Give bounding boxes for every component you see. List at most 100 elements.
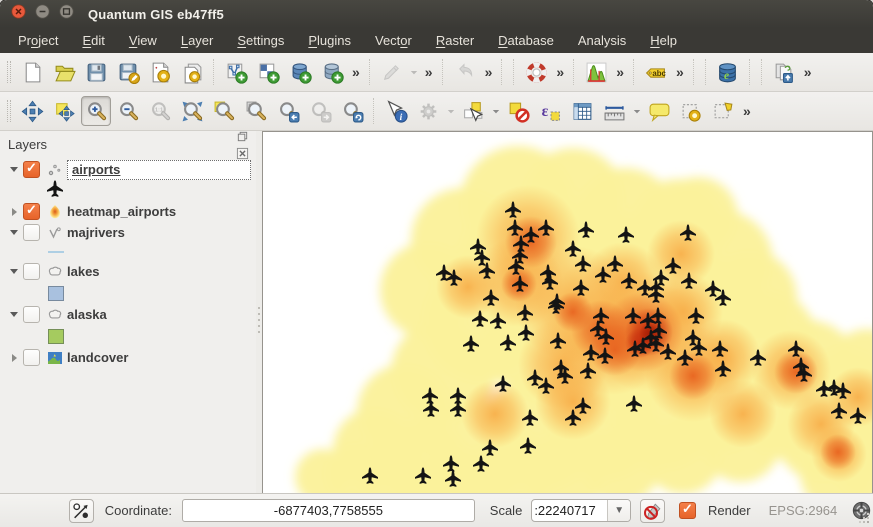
composer-manager-button[interactable] (177, 57, 207, 87)
show-bookmarks-button[interactable] (708, 96, 738, 126)
maximize-button[interactable] (58, 3, 75, 20)
layer-name: majrivers (67, 225, 125, 240)
zoom-out-button[interactable] (113, 96, 143, 126)
layer-visibility-checkbox[interactable] (23, 306, 40, 323)
minimize-button[interactable] (34, 3, 51, 20)
fill-swatch (48, 286, 64, 301)
layer-item-landcover[interactable]: landcover (0, 347, 256, 368)
svg-text:i: i (399, 113, 402, 123)
refresh-map-button[interactable] (337, 96, 367, 126)
identify-features-button[interactable]: i (381, 96, 411, 126)
menu-analysis[interactable]: Analysis (566, 30, 638, 51)
toolbar-handle[interactable] (7, 61, 11, 83)
select-by-expression-button[interactable]: ε (535, 96, 565, 126)
measure-dropdown-arrow[interactable] (630, 96, 643, 126)
raster-histogram-button[interactable] (581, 57, 611, 87)
menu-view[interactable]: View (117, 30, 169, 51)
toggle-editing-button[interactable] (377, 57, 407, 87)
zoom-full-extent-button[interactable] (177, 96, 207, 126)
toolbar-overflow-button[interactable]: » (739, 96, 755, 126)
toggle-extents-button[interactable] (69, 499, 94, 523)
save-project-button[interactable] (81, 57, 111, 87)
toolbar-overflow-button[interactable]: » (552, 57, 568, 87)
new-project-button[interactable] (17, 57, 47, 87)
menu-layer[interactable]: Layer (169, 30, 226, 51)
new-print-composer-button[interactable] (145, 57, 175, 87)
chevron-down-icon[interactable]: ▼ (607, 500, 630, 521)
layer-visibility-checkbox[interactable] (23, 263, 40, 280)
render-checkbox[interactable] (679, 502, 696, 519)
toolbar-overflow-button[interactable]: » (481, 57, 497, 87)
title-bar[interactable]: Quantum GIS eb47ff5 (0, 0, 873, 28)
add-vector-layer-button[interactable] (221, 57, 251, 87)
menu-vector[interactable]: Vector (363, 30, 424, 51)
zoom-next-button[interactable] (305, 96, 335, 126)
toolbar-overflow-button[interactable]: » (421, 57, 437, 87)
layer-visibility-checkbox[interactable] (23, 224, 40, 241)
pan-to-selection-button[interactable] (49, 96, 79, 126)
expander-open-icon[interactable] (7, 230, 21, 235)
toolbar-overflow-button[interactable]: » (800, 57, 816, 87)
layer-item-airports[interactable]: airports (0, 159, 256, 180)
zoom-to-selection-button[interactable] (209, 96, 239, 126)
add-raster-layer-button[interactable] (253, 57, 283, 87)
menu-project[interactable]: Project (6, 30, 70, 51)
expander-open-icon[interactable] (7, 167, 21, 172)
menu-help[interactable]: Help (638, 30, 689, 51)
select-features-button[interactable] (458, 96, 488, 126)
measure-button[interactable] (599, 96, 629, 126)
menu-raster[interactable]: Raster (424, 30, 486, 51)
run-feature-action-dropdown-arrow[interactable] (444, 96, 457, 126)
menu-plugins[interactable]: Plugins (296, 30, 363, 51)
expander-closed-icon[interactable] (7, 208, 21, 216)
close-button[interactable] (10, 3, 27, 20)
float-panel-button[interactable] (234, 128, 251, 145)
expander-open-icon[interactable] (7, 269, 21, 274)
select-features-dropdown-arrow[interactable] (489, 96, 502, 126)
help-contents-button[interactable] (521, 57, 551, 87)
run-feature-action-button[interactable] (413, 96, 443, 126)
menu-database[interactable]: Database (486, 30, 566, 51)
toolbar-overflow-button[interactable]: » (348, 57, 364, 87)
layer-item-alaska[interactable]: alaska (0, 304, 256, 325)
scale-combo[interactable]: :22240717 ▼ (531, 499, 631, 522)
map-tips-button[interactable] (644, 96, 674, 126)
deselect-all-button[interactable] (503, 96, 533, 126)
evis-database-button[interactable]: e (713, 57, 743, 87)
stop-render-button[interactable] (640, 499, 665, 523)
zoom-actual-size-button[interactable]: 1:1 (145, 96, 175, 126)
open-project-button[interactable] (49, 57, 79, 87)
zoom-last-button[interactable] (273, 96, 303, 126)
new-bookmark-button[interactable] (676, 96, 706, 126)
labeling-button[interactable]: abc (641, 57, 671, 87)
layer-visibility-checkbox[interactable] (23, 161, 40, 178)
zoom-to-layer-button[interactable] (241, 96, 271, 126)
mapserver-export-button[interactable] (769, 57, 799, 87)
undo-button[interactable] (450, 57, 480, 87)
layer-visibility-checkbox[interactable] (23, 203, 40, 220)
zoom-in-button[interactable] (81, 96, 111, 126)
layer-item-lakes[interactable]: lakes (0, 261, 256, 282)
layer-item-heatmap_airports[interactable]: heatmap_airports (0, 201, 256, 222)
toggle-editing-dropdown-arrow[interactable] (408, 57, 421, 87)
render-toggle[interactable]: Render (677, 502, 751, 519)
expander-open-icon[interactable] (7, 312, 21, 317)
pan-map-button[interactable] (17, 96, 47, 126)
toolbar-handle[interactable] (7, 100, 11, 122)
save-project-as-button[interactable] (113, 57, 143, 87)
menu-settings[interactable]: Settings (225, 30, 296, 51)
add-postgis-layer-button[interactable] (285, 57, 315, 87)
layer-visibility-checkbox[interactable] (23, 349, 40, 366)
toolbar-overflow-button[interactable]: » (612, 57, 628, 87)
layer-item-majrivers[interactable]: majrivers (0, 222, 256, 243)
expander-closed-icon[interactable] (7, 354, 21, 362)
crs-status-label: EPSG:2964 (769, 503, 838, 518)
map-canvas[interactable] (262, 131, 873, 494)
add-spatialite-layer-button[interactable] (317, 57, 347, 87)
menu-edit[interactable]: Edit (70, 30, 116, 51)
coordinate-input[interactable] (182, 499, 475, 522)
open-attribute-table-button[interactable] (567, 96, 597, 126)
resize-grip[interactable] (859, 513, 869, 523)
toolbar-overflow-button[interactable]: » (672, 57, 688, 87)
layer-rename-editor[interactable]: airports (67, 160, 251, 180)
